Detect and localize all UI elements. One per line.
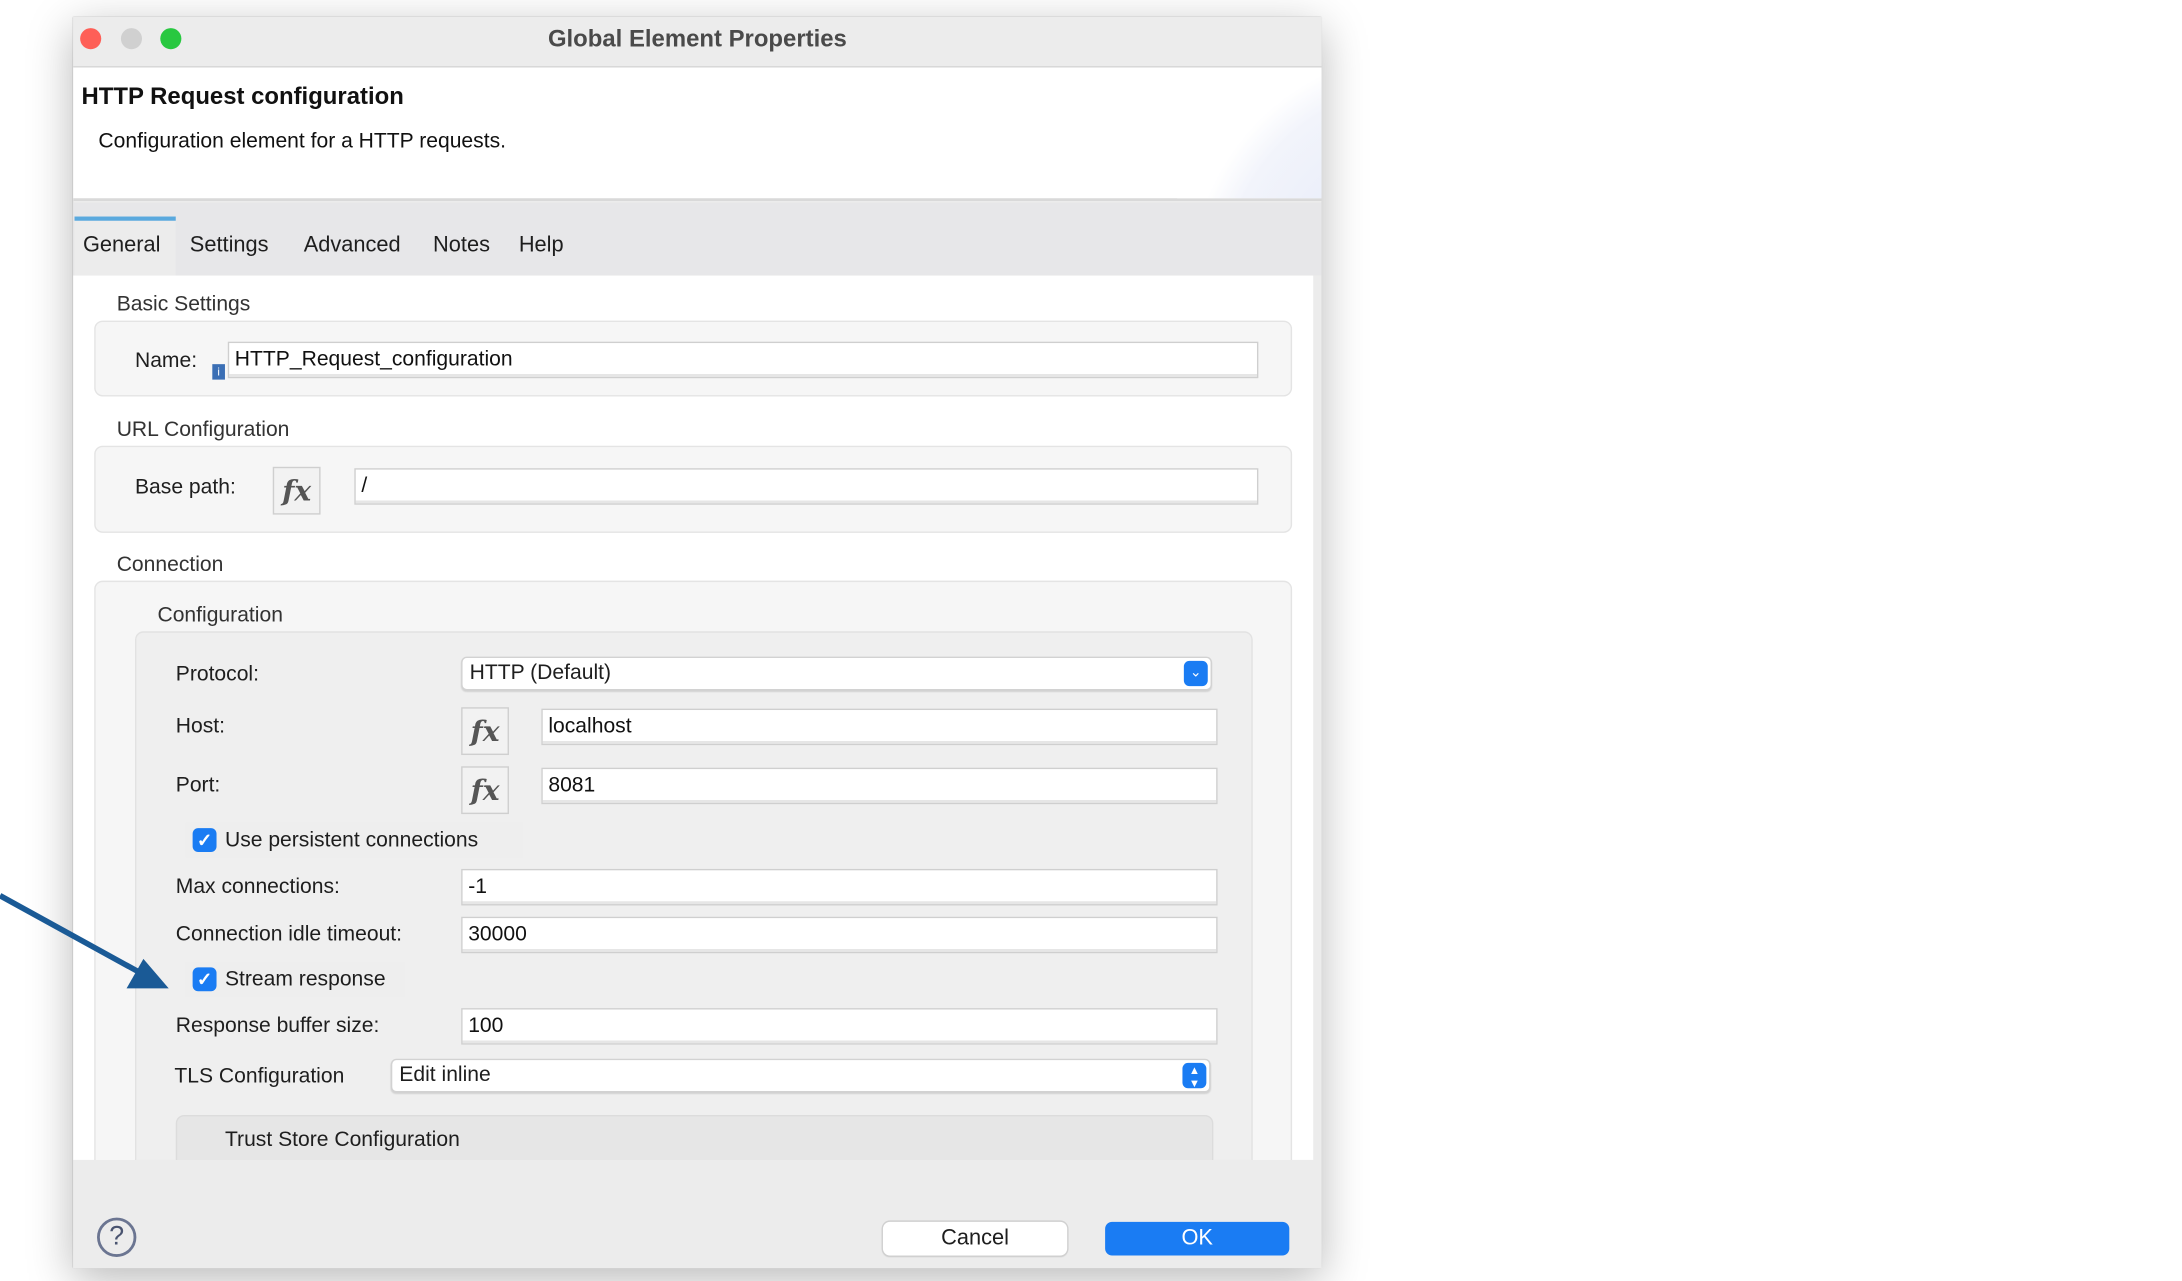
host-label: Host:: [175, 714, 225, 739]
name-label: Name:: [134, 348, 198, 373]
tab-advanced[interactable]: Advanced: [304, 233, 401, 258]
header-description: Configuration element for a HTTP request…: [98, 129, 506, 154]
host-input[interactable]: localhost: [541, 708, 1218, 746]
persistent-connections-checkbox[interactable]: ✓ Use persistent connections: [185, 822, 524, 858]
checkmark-icon: ✓: [192, 828, 217, 853]
max-connections-input[interactable]: -1: [461, 868, 1218, 906]
idle-timeout-label: Connection idle timeout:: [175, 922, 403, 947]
name-input[interactable]: HTTP_Request_configuration: [227, 341, 1259, 379]
basic-settings-heading: Basic Settings: [116, 292, 251, 317]
title-bar: Global Element Properties: [73, 16, 1322, 68]
up-down-chevron-icon: ▲ ▼: [1182, 1062, 1207, 1090]
tab-bar: General Settings Advanced Notes Help: [73, 202, 1322, 276]
ok-button[interactable]: OK: [1105, 1221, 1290, 1256]
annotation-arrow-icon: [0, 893, 169, 989]
protocol-select[interactable]: HTTP (Default) ⌄: [461, 656, 1212, 691]
port-label: Port:: [175, 773, 221, 798]
configuration-heading: Configuration: [157, 603, 283, 628]
max-connections-label: Max connections:: [175, 874, 340, 899]
protocol-label: Protocol:: [175, 662, 259, 687]
dialog-window: Global Element Properties HTTP Request c…: [73, 16, 1322, 1269]
host-expression-button[interactable]: fx: [461, 707, 509, 756]
cancel-button[interactable]: Cancel: [882, 1221, 1068, 1256]
checkmark-icon: ✓: [192, 967, 217, 992]
tls-configuration-label: TLS Configuration: [174, 1064, 345, 1089]
port-input[interactable]: 8081: [541, 767, 1218, 805]
header-title: HTTP Request configuration: [81, 82, 404, 110]
help-icon[interactable]: ?: [97, 1217, 137, 1257]
tls-configuration-select[interactable]: Edit inline ▲ ▼: [390, 1058, 1211, 1093]
info-icon: i: [212, 364, 225, 380]
buffer-size-label: Response buffer size:: [175, 1013, 380, 1038]
url-configuration-heading: URL Configuration: [116, 417, 290, 442]
general-panel: Basic Settings Name: i HTTP_Request_conf…: [73, 275, 1314, 1160]
tls-value: Edit inline: [399, 1062, 491, 1087]
stream-response-label: Stream response: [224, 967, 386, 992]
connection-heading: Connection: [116, 552, 224, 577]
dialog-footer: ? Cancel OK: [73, 1159, 1322, 1269]
idle-timeout-input[interactable]: 30000: [461, 916, 1218, 954]
trust-store-heading: Trust Store Configuration: [224, 1127, 460, 1152]
header-decoration: [1169, 67, 1322, 199]
chevron-down-icon: ⌄: [1183, 660, 1208, 687]
base-path-input[interactable]: /: [354, 468, 1259, 505]
stream-response-checkbox[interactable]: ✓ Stream response: [185, 961, 405, 997]
port-expression-button[interactable]: fx: [461, 766, 509, 815]
tab-help[interactable]: Help: [519, 233, 564, 258]
base-path-expression-button[interactable]: fx: [272, 466, 321, 515]
dialog-header: HTTP Request configuration Configuration…: [73, 67, 1322, 202]
buffer-size-input[interactable]: 100: [461, 1008, 1218, 1045]
tab-general[interactable]: General: [83, 233, 161, 258]
window-title: Global Element Properties: [547, 25, 847, 53]
persistent-connections-label: Use persistent connections: [224, 828, 479, 853]
tab-settings[interactable]: Settings: [190, 233, 269, 258]
tab-notes[interactable]: Notes: [433, 233, 490, 258]
protocol-value: HTTP (Default): [469, 660, 612, 685]
base-path-label: Base path:: [134, 475, 236, 500]
